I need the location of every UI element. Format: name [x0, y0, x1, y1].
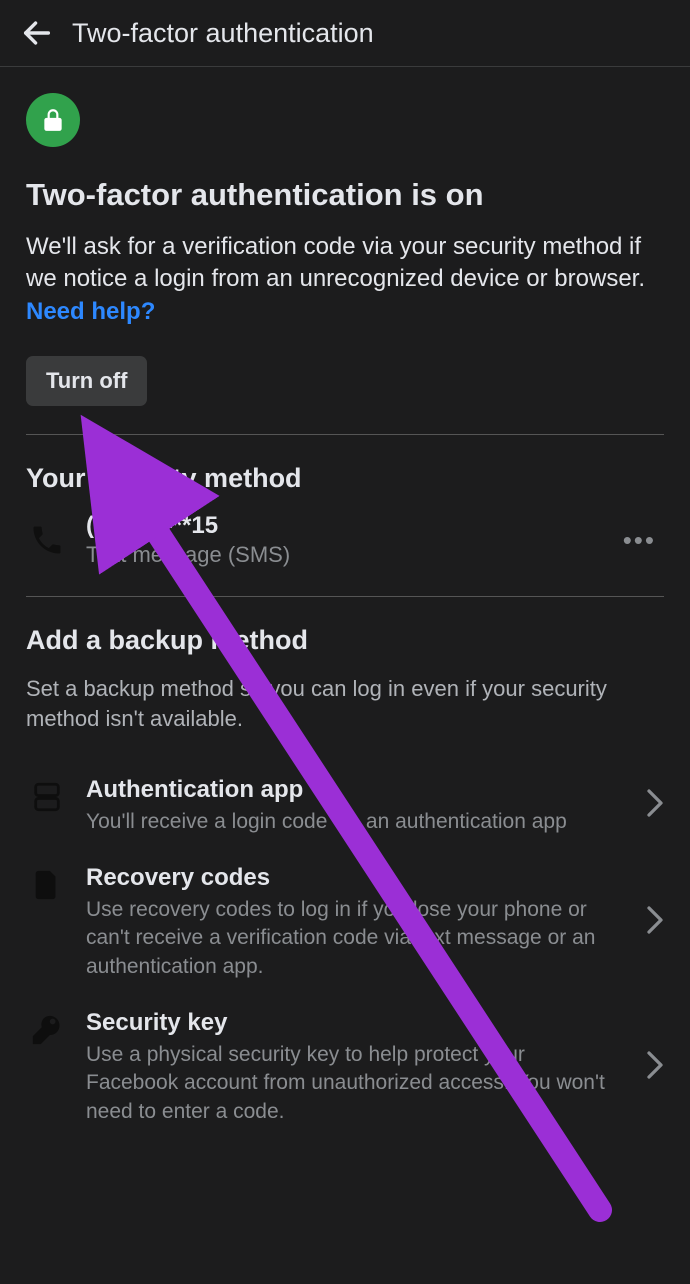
- security-method-heading: Your security method: [26, 463, 664, 494]
- option-desc: Use recovery codes to log in if you lose…: [86, 896, 620, 981]
- lock-badge: [26, 93, 80, 147]
- key-icon: [26, 1009, 68, 1047]
- status-description: We'll ask for a verification code via yo…: [26, 231, 664, 328]
- app-icon: [26, 776, 68, 814]
- security-method-row[interactable]: (***) ***-**15 Text message (SMS) •••: [26, 512, 664, 568]
- status-heading: Two-factor authentication is on: [26, 177, 664, 213]
- option-security-key[interactable]: Security key Use a physical security key…: [26, 995, 664, 1140]
- method-phone: (***) ***-**15: [86, 512, 597, 540]
- option-desc: Use a physical security key to help prot…: [86, 1041, 620, 1126]
- chevron-right-icon: [638, 1050, 664, 1085]
- option-recovery-codes[interactable]: Recovery codes Use recovery codes to log…: [26, 850, 664, 995]
- option-authentication-app[interactable]: Authentication app You'll receive a logi…: [26, 762, 664, 850]
- backup-heading: Add a backup method: [26, 625, 664, 656]
- method-type: Text message (SMS): [86, 542, 597, 568]
- divider: [26, 434, 664, 435]
- page-title: Two-factor authentication: [72, 18, 374, 49]
- option-desc: You'll receive a login code via an authe…: [86, 808, 620, 836]
- chevron-right-icon: [638, 788, 664, 823]
- option-title: Authentication app: [86, 776, 620, 804]
- phone-icon: [26, 522, 68, 558]
- page-header: Two-factor authentication: [0, 0, 690, 67]
- divider: [26, 596, 664, 597]
- help-link[interactable]: Need help?: [26, 298, 155, 325]
- more-options-button[interactable]: •••: [615, 517, 664, 564]
- option-title: Security key: [86, 1009, 620, 1037]
- document-icon: [26, 864, 68, 902]
- backup-description: Set a backup method so you can log in ev…: [26, 674, 664, 733]
- lock-icon: [40, 107, 66, 133]
- back-button[interactable]: [20, 16, 54, 50]
- option-title: Recovery codes: [86, 864, 620, 892]
- turn-off-button[interactable]: Turn off: [26, 356, 147, 406]
- chevron-right-icon: [638, 905, 664, 940]
- arrow-left-icon: [20, 16, 54, 50]
